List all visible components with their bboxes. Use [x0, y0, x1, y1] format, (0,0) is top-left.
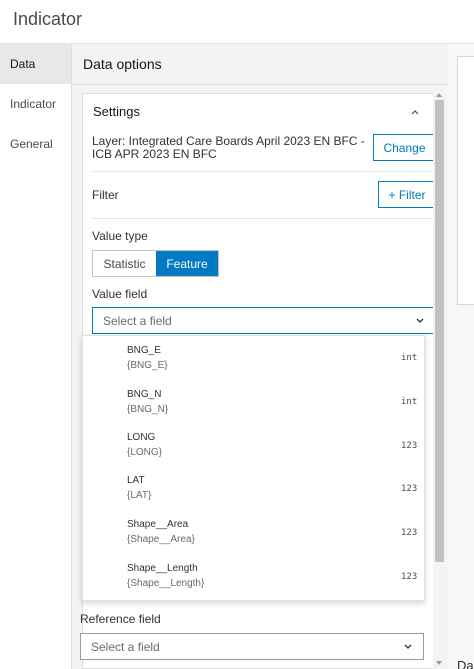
divider [92, 218, 435, 219]
field-option-alias: {BNG_E} [127, 360, 168, 371]
field-option-name: BNG_E [127, 345, 161, 356]
field-type-icon: 123 [401, 572, 418, 582]
panel-header-title: Data options [83, 56, 162, 72]
field-option-alias: {LONG} [127, 447, 163, 458]
panel-header: Data options [72, 44, 448, 85]
field-option-lat[interactable]: LAT {LAT} 123 [83, 467, 424, 511]
scroll-down-arrow-icon[interactable] [434, 660, 444, 666]
field-option-name: LAT [127, 475, 145, 486]
reference-field-placeholder: Select a field [91, 639, 160, 654]
nav-item-label: General [10, 137, 53, 151]
settings-heading: Settings [93, 104, 140, 119]
nav-item-data[interactable]: Data [0, 44, 71, 84]
field-option-alias: {LAT} [127, 490, 152, 501]
field-option-name: Shape__Area [127, 519, 189, 530]
field-type-icon: int [401, 397, 418, 407]
nav-item-indicator[interactable]: Indicator [0, 84, 71, 124]
value-type-label: Value type [92, 229, 148, 243]
divider [92, 171, 435, 172]
value-type-feature-button[interactable]: Feature [156, 251, 218, 276]
scrollbar-thumb[interactable] [435, 100, 444, 562]
value-type-toggle: Statistic Feature [92, 250, 219, 277]
field-option-long[interactable]: LONG {LONG} 123 [83, 424, 424, 468]
field-type-icon: 123 [401, 484, 418, 494]
nav-item-label: Data [10, 57, 36, 71]
scroll-up-arrow-icon[interactable] [434, 92, 444, 98]
value-field-placeholder: Select a field [103, 313, 172, 328]
field-option-shape-area[interactable]: Shape__Area {Shape__Area} 123 [83, 511, 424, 555]
filter-label: Filter [92, 188, 119, 202]
field-option-name: Shape__Length [127, 563, 198, 574]
reference-field-label: Reference field [80, 612, 161, 626]
value-field-label: Value field [92, 287, 148, 301]
field-option-name: LONG [127, 432, 156, 443]
field-option-alias: {BNG_N} [127, 404, 169, 415]
preview-card [457, 56, 474, 305]
field-option-alias: {Shape__Length} [127, 578, 205, 589]
nav-item-general[interactable]: General [0, 124, 71, 164]
reference-field-select[interactable]: Select a field [80, 633, 424, 660]
chevron-down-icon [416, 318, 424, 323]
value-field-dropdown: BNG_E {BNG_E} int BNG_N {BNG_N} int LONG… [82, 335, 425, 601]
preview-cut-text: Da [457, 658, 474, 669]
field-option-name: BNG_N [127, 389, 162, 400]
page-title: Indicator [13, 9, 83, 29]
field-type-icon: 123 [401, 441, 418, 451]
value-type-statistic-button[interactable]: Statistic [93, 251, 156, 276]
field-option-alias: {Shape__Area} [127, 534, 195, 545]
value-field-select[interactable]: Select a field [92, 307, 436, 334]
settings-header[interactable]: Settings [83, 94, 433, 129]
field-type-icon: 123 [401, 528, 418, 538]
nav-item-label: Indicator [10, 97, 57, 111]
field-option-bng-n[interactable]: BNG_N {BNG_N} int [83, 380, 424, 424]
field-type-icon: int [401, 353, 418, 363]
field-option-shape-length[interactable]: Shape__Length {Shape__Length} 123 [83, 555, 424, 599]
chevron-down-icon [404, 644, 412, 649]
change-layer-button[interactable]: Change [373, 134, 436, 161]
layer-description: Layer: Integrated Care Boards April 2023… [92, 134, 365, 161]
chevron-up-icon[interactable] [411, 108, 419, 116]
add-filter-button[interactable]: + Filter [378, 181, 436, 208]
field-option-bng-e[interactable]: BNG_E {BNG_E} int [83, 336, 424, 380]
